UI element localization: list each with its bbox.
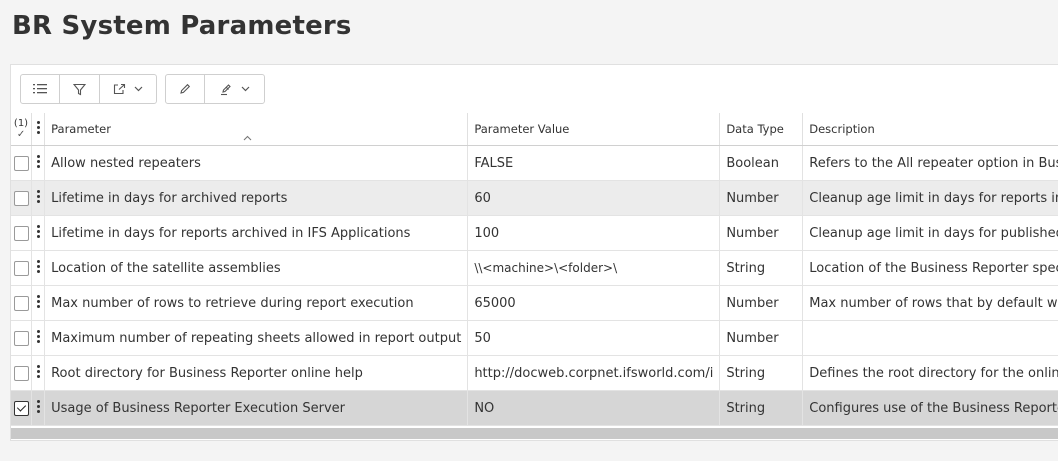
row-checkbox[interactable]	[13, 295, 29, 311]
column-header-label: Parameter Value	[474, 122, 570, 136]
row-menu-icon[interactable]	[36, 188, 40, 205]
row-menu-icon[interactable]	[36, 293, 40, 310]
cell-description[interactable]: Location of the Business Reporter spec	[802, 250, 1058, 286]
bulk-edit-icon	[220, 83, 233, 96]
table-row[interactable]: Maximum number of repeating sheets allow…	[11, 320, 1058, 356]
page-title: BR System Parameters	[12, 11, 352, 41]
table-row[interactable]: Usage of Business Reporter Execution Ser…	[11, 390, 1058, 426]
cell-data-type[interactable]: Number	[719, 285, 804, 321]
filter-button[interactable]	[60, 75, 100, 103]
table-row[interactable]: Lifetime in days for reports archived in…	[11, 215, 1058, 251]
toolbar-group-view	[20, 74, 157, 104]
table-row[interactable]: Root directory for Business Reporter onl…	[11, 355, 1058, 391]
cell-description[interactable]: Defines the root directory for the onlin	[802, 355, 1058, 391]
row-checkbox[interactable]	[13, 330, 29, 346]
row-checkbox[interactable]	[13, 190, 29, 206]
column-header-label: Data Type	[726, 122, 784, 136]
table-row[interactable]: Max number of rows to retrieve during re…	[11, 285, 1058, 321]
row-checkbox[interactable]	[13, 400, 29, 416]
sort-ascending-icon	[243, 130, 252, 144]
horizontal-scrollbar[interactable]	[11, 428, 1058, 439]
column-header-parameter-value[interactable]: Parameter Value	[467, 113, 721, 146]
table-row[interactable]: Allow nested repeaters FALSE Boolean Ref…	[11, 145, 1058, 181]
selected-count: (1)	[13, 118, 29, 129]
cell-description[interactable]: Cleanup age limit in days for published	[802, 215, 1058, 251]
row-checkbox[interactable]	[13, 225, 29, 241]
export-button[interactable]	[100, 75, 156, 103]
column-header-label: Description	[809, 122, 875, 136]
cell-parameter[interactable]: Max number of rows to retrieve during re…	[44, 285, 469, 321]
cell-parameter-value[interactable]: http://docweb.corpnet.ifsworld.com/i	[467, 355, 721, 391]
cell-parameter-value[interactable]: \\<machine>\<folder>\	[467, 250, 721, 286]
grid-toolbar	[20, 74, 265, 104]
cell-parameter-value[interactable]: NO	[467, 390, 721, 426]
cell-parameter[interactable]: Maximum number of repeating sheets allow…	[44, 320, 469, 356]
cell-data-type[interactable]: Number	[719, 215, 804, 251]
row-menu-icon[interactable]	[36, 363, 40, 380]
row-menu-icon[interactable]	[36, 223, 40, 240]
cell-parameter[interactable]: Lifetime in days for archived reports	[44, 180, 469, 216]
chevron-down-icon	[134, 86, 143, 92]
edit-pencil-icon	[179, 83, 191, 95]
cell-description[interactable]: Refers to the All repeater option in Bus	[802, 145, 1058, 181]
cell-parameter[interactable]: Allow nested repeaters	[44, 145, 469, 181]
export-icon	[113, 83, 126, 95]
cell-data-type[interactable]: String	[719, 250, 804, 286]
cell-parameter[interactable]: Usage of Business Reporter Execution Ser…	[44, 390, 469, 426]
cell-parameter-value[interactable]: 60	[467, 180, 721, 216]
cell-data-type[interactable]: String	[719, 355, 804, 391]
table-row[interactable]: Location of the satellite assemblies \\<…	[11, 250, 1058, 286]
toolbar-group-edit	[165, 74, 265, 104]
column-header-parameter[interactable]: Parameter	[44, 113, 469, 146]
row-checkbox[interactable]	[13, 365, 29, 381]
cell-parameter[interactable]: Lifetime in days for reports archived in…	[44, 215, 469, 251]
data-grid: (1) ✓ Parameter Parameter Value Data Typ…	[10, 64, 1058, 441]
cell-data-type[interactable]: Number	[719, 320, 804, 356]
cell-description[interactable]: Configures use of the Business Reporte	[802, 390, 1058, 426]
cell-data-type[interactable]: Number	[719, 180, 804, 216]
row-menu-icon[interactable]	[36, 258, 40, 275]
parameters-table: (1) ✓ Parameter Parameter Value Data Typ…	[11, 113, 1058, 426]
row-checkbox[interactable]	[13, 260, 29, 276]
kebab-menu-icon	[36, 119, 40, 136]
cell-data-type[interactable]: Boolean	[719, 145, 804, 181]
cell-data-type[interactable]: String	[719, 390, 804, 426]
row-checkbox[interactable]	[13, 155, 29, 171]
row-menu-icon[interactable]	[36, 398, 40, 415]
cell-parameter[interactable]: Root directory for Business Reporter onl…	[44, 355, 469, 391]
cell-description[interactable]: Cleanup age limit in days for reports in	[802, 180, 1058, 216]
cell-description[interactable]: Max number of rows that by default wi	[802, 285, 1058, 321]
row-menu-icon[interactable]	[36, 328, 40, 345]
row-menu-header[interactable]	[31, 113, 46, 146]
column-header-label: Parameter	[51, 122, 111, 136]
cell-description[interactable]	[802, 320, 1058, 356]
select-all-header[interactable]: (1) ✓	[11, 113, 33, 146]
bulk-edit-button[interactable]	[205, 75, 264, 103]
column-list-icon	[33, 83, 47, 95]
column-header-description[interactable]: Description	[802, 113, 1058, 146]
chevron-down-icon	[241, 86, 250, 92]
row-menu-icon[interactable]	[36, 153, 40, 170]
table-row[interactable]: Lifetime in days for archived reports 60…	[11, 180, 1058, 216]
cell-parameter-value[interactable]: FALSE	[467, 145, 721, 181]
cell-parameter-value[interactable]: 65000	[467, 285, 721, 321]
cell-parameter-value[interactable]: 50	[467, 320, 721, 356]
column-header-data-type[interactable]: Data Type	[719, 113, 804, 146]
filter-icon	[73, 83, 86, 96]
edit-button[interactable]	[166, 75, 205, 103]
column-chooser-button[interactable]	[21, 75, 60, 103]
cell-parameter-value[interactable]: 100	[467, 215, 721, 251]
select-all-checkmark: ✓	[16, 129, 26, 140]
table-header-row: (1) ✓ Parameter Parameter Value Data Typ…	[11, 113, 1058, 146]
cell-parameter[interactable]: Location of the satellite assemblies	[44, 250, 469, 286]
